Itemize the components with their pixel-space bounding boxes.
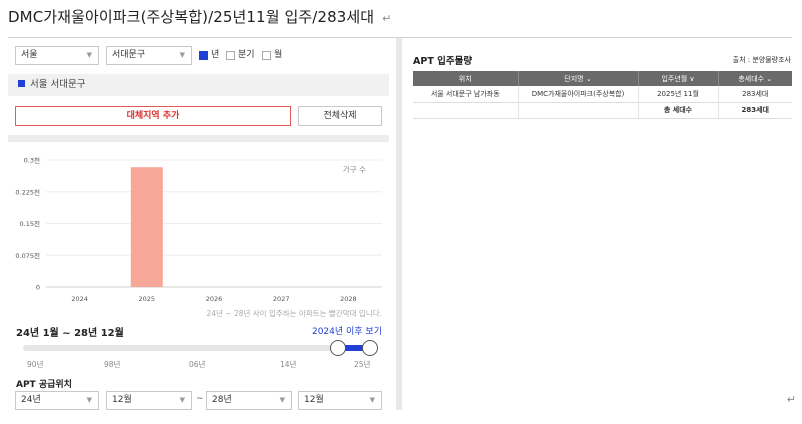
- chevron-down-icon: ▼: [86, 396, 92, 404]
- checkbox-checked-icon: [199, 50, 208, 60]
- x-tick-label: 2024: [71, 295, 88, 303]
- checkbox-icon: [226, 50, 235, 60]
- slider-label: 98년: [104, 360, 121, 369]
- slider-end-handle[interactable]: [362, 340, 378, 356]
- x-tick-label: 2026: [206, 295, 223, 303]
- chevron-down-icon: ▼: [369, 396, 375, 404]
- right-panel: APT 입주물량 출처 : 분양물량조사 위치 단지명 ⌄ 입주년월 ∨ 총세대…: [410, 38, 792, 410]
- column-header-households[interactable]: 총세대수 ⌄: [718, 71, 792, 86]
- table-cell: 283세대: [718, 86, 792, 103]
- apt-supply-title: APT 입주물량: [413, 56, 473, 67]
- from-month-value: 12월: [112, 395, 132, 405]
- clear-all-button[interactable]: 전체삭제: [298, 106, 382, 126]
- district-select[interactable]: 서대문구 ▼: [106, 46, 192, 65]
- table-row[interactable]: 서울 서대문구 남가좌동 DMC가재울아이파크(주상복합) 2025년 11월 …: [413, 86, 792, 103]
- view-after-2024-link[interactable]: 2024년 이후 보기: [312, 324, 382, 337]
- table-cell: [413, 102, 519, 119]
- paragraph-mark-icon: ↵: [382, 12, 392, 25]
- y-tick-label: 0.225천: [15, 187, 40, 196]
- total-value: 283세대: [718, 102, 792, 119]
- to-year-value: 28년: [212, 395, 232, 405]
- panel-divider: [396, 38, 402, 410]
- period-month-label: 월: [274, 50, 283, 60]
- to-month-select[interactable]: 12월 ▼: [298, 391, 382, 410]
- period-year-checkbox[interactable]: 년: [199, 49, 219, 61]
- document-title-text: DMC가재울아이파크(주상복합)/25년11월 입주/283세대: [8, 8, 375, 26]
- table-cell: [518, 102, 639, 119]
- bar-2025: [130, 167, 163, 287]
- add-region-button[interactable]: 대체지역 추가: [15, 106, 291, 126]
- left-panel: 서울 ▼ 서대문구 ▼ 년 분기 월 서울 서대문구 대체지역 추가 전체삭제 …: [8, 38, 389, 410]
- table-cell: DMC가재울아이파크(주상복합): [518, 86, 639, 103]
- period-quarter-label: 분기: [238, 50, 255, 60]
- household-chart: 0 0.075천 0.15천 0.225천 0.3천가구 수 2024 2025 2026 20…: [8, 146, 389, 322]
- column-header-move-in[interactable]: 입주년월 ∨: [638, 71, 719, 86]
- slider-label: 14년: [280, 360, 297, 369]
- chart-note: 24년 ~ 28년 사이 입주하는 아파트는 빨간막대 입니다.: [206, 309, 382, 318]
- from-month-select[interactable]: 12월 ▼: [106, 391, 192, 410]
- checkbox-icon: [262, 50, 271, 60]
- city-select[interactable]: 서울 ▼: [15, 46, 99, 65]
- from-year-select[interactable]: 24년 ▼: [15, 391, 99, 410]
- apt-table: 위치 단지명 ⌄ 입주년월 ∨ 총세대수 ⌄ 서울 서대문구 남가좌동 DMC가…: [413, 71, 792, 119]
- column-header-location: 위치: [413, 71, 519, 86]
- y-tick-label: 0: [36, 284, 40, 292]
- period-month-checkbox[interactable]: 월: [262, 49, 282, 61]
- selected-region-bar[interactable]: 서울 서대문구: [8, 74, 389, 96]
- slider-label: 06년: [189, 360, 206, 369]
- paragraph-mark-icon: ↵: [786, 393, 796, 406]
- table-header-row: 위치 단지명 ⌄ 입주년월 ∨ 총세대수 ⌄: [413, 71, 792, 86]
- total-label: 총 세대수: [638, 102, 719, 119]
- x-tick-label: 2028: [340, 295, 357, 303]
- y-tick-label: 0.15천: [20, 219, 40, 228]
- x-tick-label: 2025: [139, 295, 156, 303]
- year-slider-track[interactable]: [23, 345, 373, 351]
- x-tick-label: 2027: [273, 295, 290, 303]
- y-axis-label: 가구 수: [343, 165, 366, 174]
- region-square-icon: [18, 80, 25, 87]
- slider-label: 90년: [27, 360, 44, 369]
- table-cell: 서울 서대문구 남가좌동: [413, 86, 519, 103]
- column-header-complex[interactable]: 단지명 ⌄: [518, 71, 639, 86]
- chevron-down-icon: ▼: [179, 396, 185, 404]
- period-quarter-checkbox[interactable]: 분기: [226, 49, 255, 61]
- table-cell: 2025년 11월: [638, 86, 719, 103]
- from-year-value: 24년: [21, 395, 41, 405]
- slider-label: 25년: [354, 360, 371, 369]
- chart-svg: 0 0.075천 0.15천 0.225천 0.3천가구 수 2024 2025 2026 20…: [15, 156, 382, 303]
- chevron-down-icon: ▼: [179, 51, 185, 59]
- to-month-value: 12월: [304, 395, 324, 405]
- period-year-label: 년: [211, 50, 220, 60]
- district-select-value: 서대문구: [112, 50, 146, 60]
- range-tilde: ~: [196, 394, 204, 404]
- section-divider: [8, 135, 389, 142]
- chevron-down-icon: ▼: [86, 51, 92, 59]
- slider-start-handle[interactable]: [330, 340, 346, 356]
- document-title: DMC가재울아이파크(주상복합)/25년11월 입주/283세대 ↵: [8, 6, 391, 27]
- data-source: 출처 : 분양물량조사: [732, 56, 791, 64]
- supply-location-title: APT 공급위치: [16, 380, 72, 390]
- y-tick-label: 0.3천: [24, 156, 40, 165]
- city-select-value: 서울: [21, 50, 38, 60]
- table-total-row: 총 세대수 283세대: [413, 102, 792, 119]
- selected-region-label: 서울 서대문구: [30, 79, 86, 90]
- chevron-down-icon: ▼: [279, 396, 285, 404]
- to-year-select[interactable]: 28년 ▼: [206, 391, 292, 410]
- range-title: 24년 1월 ~ 28년 12월: [16, 328, 124, 339]
- y-tick-label: 0.075천: [15, 251, 40, 260]
